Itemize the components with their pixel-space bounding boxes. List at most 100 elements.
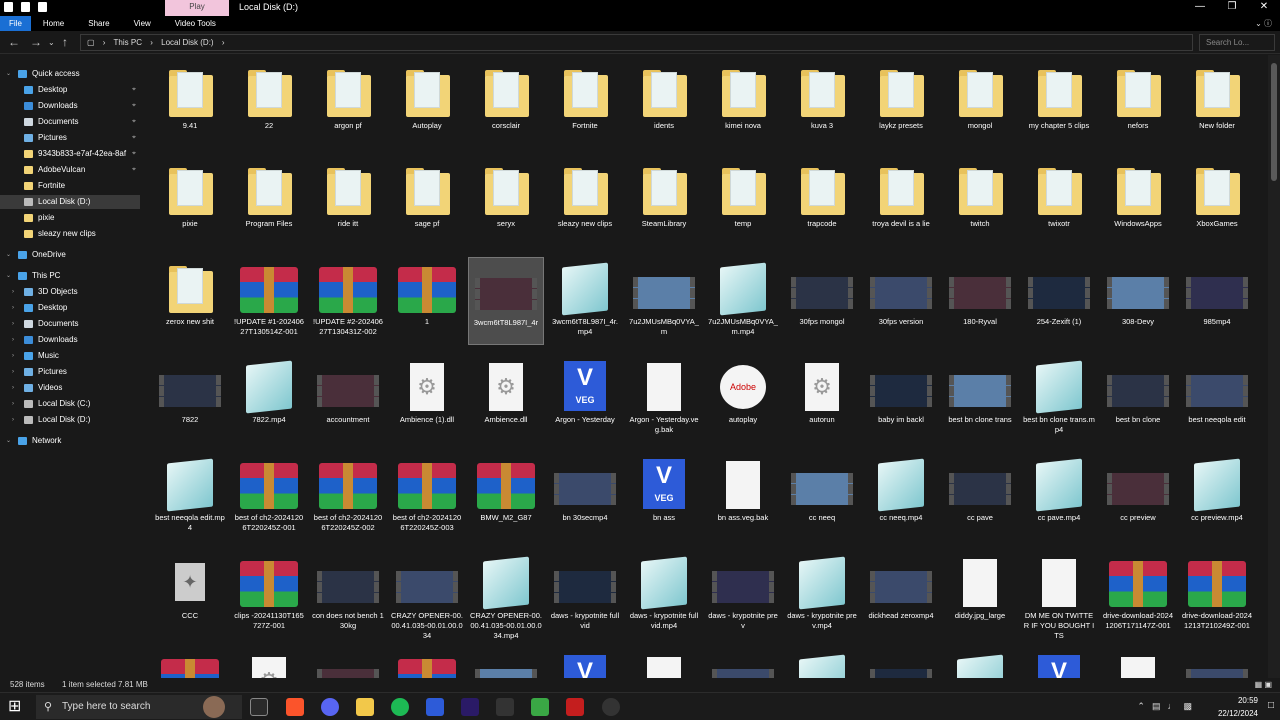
file-item[interactable]: 7822 bbox=[152, 355, 228, 443]
sidebar-item[interactable]: ⌄ This PC bbox=[0, 269, 140, 283]
file-item[interactable]: daws - krypotnite full vid.mp4 bbox=[626, 551, 702, 639]
file-item[interactable]: daws - krypotnite prev bbox=[705, 551, 781, 639]
expand-chevron-icon[interactable]: › bbox=[12, 333, 14, 347]
file-item[interactable]: seryx bbox=[468, 159, 544, 247]
clock[interactable]: 20:59 22/12/2024 bbox=[1218, 694, 1258, 720]
file-item[interactable]: 254-Zexift (1) bbox=[1021, 257, 1097, 345]
sidebar-item[interactable]: Fortnite bbox=[0, 179, 140, 193]
expand-chevron-icon[interactable]: ⌄ bbox=[6, 248, 11, 262]
sidebar-item[interactable]: ⌄ OneDrive bbox=[0, 248, 140, 262]
file-item[interactable]: cc neeq.mp4 bbox=[863, 453, 939, 541]
file-item[interactable]: Adobe autoplay bbox=[705, 355, 781, 443]
file-item[interactable]: cc pave.mp4 bbox=[1021, 453, 1097, 541]
file-item[interactable]: cc preview bbox=[1100, 453, 1176, 541]
file-item[interactable]: trapcode bbox=[784, 159, 860, 247]
new-folder-icon[interactable] bbox=[38, 2, 47, 12]
sidebar-item[interactable]: › Downloads bbox=[0, 333, 140, 347]
premiere-pro-icon[interactable] bbox=[461, 698, 479, 716]
vertical-scrollbar[interactable] bbox=[1268, 55, 1280, 678]
sidebar-item[interactable]: › 3D Objects bbox=[0, 285, 140, 299]
file-item[interactable]: nefors bbox=[1100, 61, 1176, 149]
tab-video-tools[interactable]: Video Tools bbox=[163, 16, 228, 31]
check-icon[interactable] bbox=[21, 2, 30, 12]
file-item[interactable] bbox=[389, 649, 465, 678]
file-item[interactable]: ⚙ Ambience (1).dll bbox=[389, 355, 465, 443]
file-item[interactable] bbox=[705, 649, 781, 678]
app-red-icon[interactable] bbox=[566, 698, 584, 716]
file-item[interactable]: best neeqola edit.mp4 bbox=[152, 453, 228, 541]
file-item[interactable] bbox=[942, 649, 1018, 678]
address-bar[interactable]: ▢ › This PC › Local Disk (D:) › bbox=[80, 34, 1193, 51]
vegas-icon[interactable] bbox=[426, 698, 444, 716]
epic-games-icon[interactable] bbox=[496, 698, 514, 716]
expand-chevron-icon[interactable]: › bbox=[12, 381, 14, 395]
file-item[interactable]: pixie bbox=[152, 159, 228, 247]
file-item[interactable]: Autoplay bbox=[389, 61, 465, 149]
file-item[interactable]: argon pf bbox=[310, 61, 386, 149]
folder-icon[interactable] bbox=[4, 2, 13, 12]
sidebar-item[interactable]: 9343b833-e7af-42ea-8af ⌖ bbox=[0, 147, 140, 161]
file-item[interactable]: SteamLibrary bbox=[626, 159, 702, 247]
file-item[interactable]: best bn clone trans bbox=[942, 355, 1018, 443]
tab-file[interactable]: File bbox=[0, 16, 31, 31]
breadcrumb-this-pc[interactable]: This PC bbox=[114, 38, 142, 47]
file-item[interactable]: bn 30secmp4 bbox=[547, 453, 623, 541]
file-item[interactable]: laykz presets bbox=[863, 61, 939, 149]
tab-share[interactable]: Share bbox=[76, 16, 121, 31]
file-item[interactable] bbox=[1179, 649, 1255, 678]
sidebar-item[interactable]: Documents ⌖ bbox=[0, 115, 140, 129]
file-item[interactable]: VVEG bbox=[547, 649, 623, 678]
ribbon-expand-controls[interactable]: ⌄ ⓘ bbox=[1255, 16, 1272, 31]
file-item[interactable] bbox=[310, 649, 386, 678]
file-item[interactable]: accountment bbox=[310, 355, 386, 443]
file-item[interactable]: troya devil is a lie bbox=[863, 159, 939, 247]
file-item[interactable] bbox=[1100, 649, 1176, 678]
file-item[interactable]: my chapter 5 clips bbox=[1021, 61, 1097, 149]
sidebar-item[interactable]: › Desktop bbox=[0, 301, 140, 315]
breadcrumb-local-disk-d[interactable]: Local Disk (D:) bbox=[161, 38, 213, 47]
file-item[interactable]: BMW_M2_G87 bbox=[468, 453, 544, 541]
expand-chevron-icon[interactable]: › bbox=[12, 285, 14, 299]
expand-chevron-icon[interactable]: › bbox=[12, 317, 14, 331]
file-item[interactable]: diddy.jpg_large bbox=[942, 551, 1018, 639]
file-item[interactable]: !UPDATE #1-20240627T130514Z-001 bbox=[231, 257, 307, 345]
sidebar-item[interactable]: ⌄ Network bbox=[0, 434, 140, 448]
task-view-icon[interactable] bbox=[250, 698, 268, 716]
file-item[interactable]: cc preview.mp4 bbox=[1179, 453, 1255, 541]
expand-chevron-icon[interactable]: ⌄ bbox=[6, 269, 11, 283]
file-item[interactable]: drive-download-20241213T210249Z-001 bbox=[1179, 551, 1255, 639]
file-item[interactable]: idents bbox=[626, 61, 702, 149]
file-item[interactable]: Argon - Yesterday.veg.bak bbox=[626, 355, 702, 443]
file-item[interactable] bbox=[626, 649, 702, 678]
expand-chevron-icon[interactable]: ⌄ bbox=[6, 434, 11, 448]
file-item[interactable]: best of ch2-20241206T220245Z-001 bbox=[231, 453, 307, 541]
sidebar-item[interactable]: sleazy new clips bbox=[0, 227, 140, 241]
file-item[interactable]: 308-Devy bbox=[1100, 257, 1176, 345]
expand-chevron-icon[interactable]: › bbox=[12, 397, 14, 411]
file-item[interactable]: 22 bbox=[231, 61, 307, 149]
sidebar-item[interactable]: Pictures ⌖ bbox=[0, 131, 140, 145]
expand-chevron-icon[interactable]: ⌄ bbox=[6, 67, 11, 81]
tab-home[interactable]: Home bbox=[31, 16, 76, 31]
file-item[interactable]: XboxGames bbox=[1179, 159, 1255, 247]
file-item[interactable]: corsclair bbox=[468, 61, 544, 149]
forward-arrow-icon[interactable]: → bbox=[30, 35, 42, 49]
view-toggle-icons[interactable]: ▦ ▣ bbox=[1255, 678, 1272, 692]
file-item[interactable]: best of ch2-20241206T220245Z-002 bbox=[310, 453, 386, 541]
network-icon[interactable]: ▤ bbox=[1152, 701, 1161, 712]
sidebar-item[interactable]: › Music bbox=[0, 349, 140, 363]
file-item[interactable]: CRAZY OPENER-00.00.41.035-00.01.00.034.m… bbox=[468, 551, 544, 640]
file-explorer-icon[interactable] bbox=[356, 698, 374, 716]
discord-icon[interactable] bbox=[321, 698, 339, 716]
file-item[interactable]: CRAZY OPENER-00.00.41.035-00.01.00.034 bbox=[389, 551, 465, 640]
back-arrow-icon[interactable]: ← bbox=[8, 35, 20, 49]
recent-chevron-icon[interactable]: ⌄ bbox=[48, 38, 55, 47]
notification-icon[interactable]: □ bbox=[1268, 700, 1274, 711]
file-item[interactable]: zerox new shit bbox=[152, 257, 228, 345]
volume-icon[interactable]: ♩ bbox=[1167, 701, 1176, 712]
file-item[interactable]: drive-download-20241206T171147Z-001 bbox=[1100, 551, 1176, 639]
file-item[interactable]: 30fps mongol bbox=[784, 257, 860, 345]
file-item[interactable]: baby im backl bbox=[863, 355, 939, 443]
file-item[interactable]: 1 bbox=[389, 257, 465, 345]
file-item[interactable]: con does not bench 130kg bbox=[310, 551, 386, 639]
